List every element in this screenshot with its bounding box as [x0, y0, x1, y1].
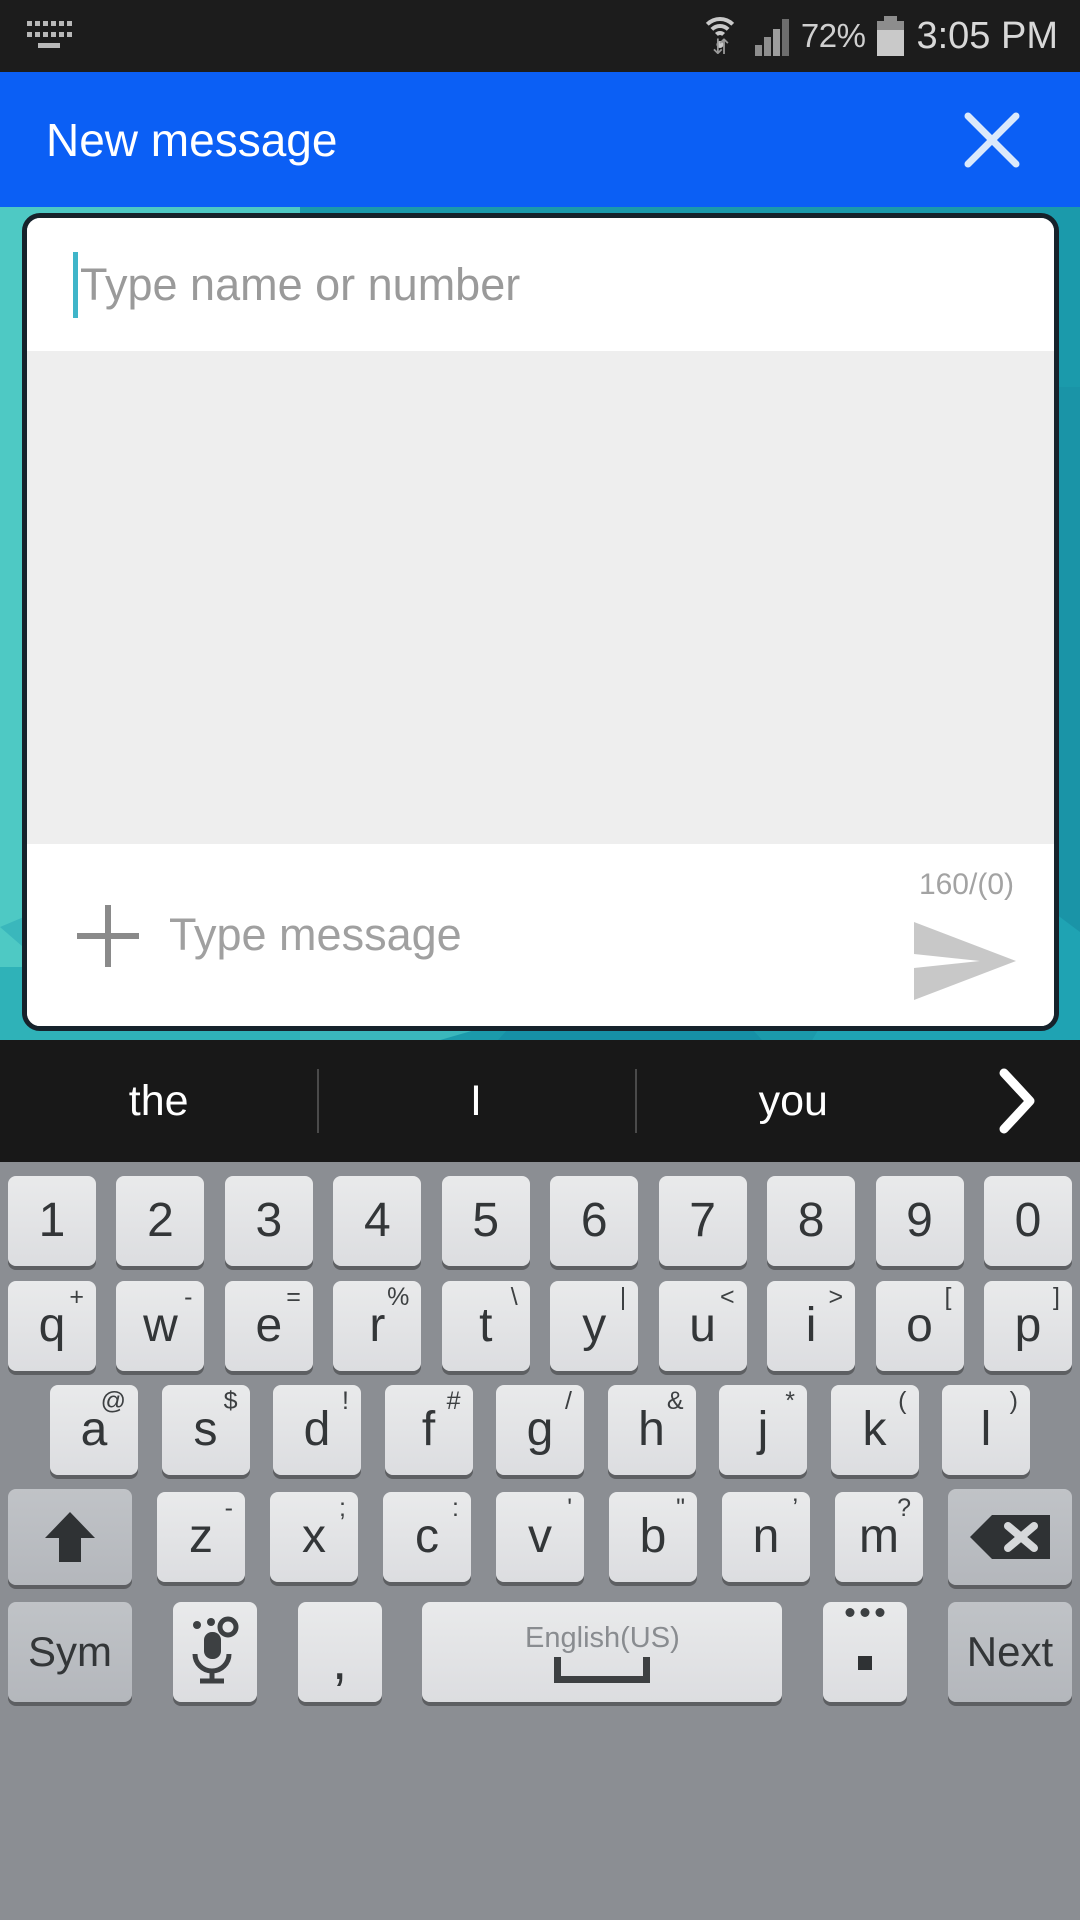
- suggestion-expand-button[interactable]: [952, 1067, 1080, 1135]
- key-f[interactable]: # f: [384, 1385, 473, 1475]
- key-s[interactable]: $ s: [161, 1385, 250, 1475]
- key-7[interactable]: 7: [658, 1176, 747, 1266]
- app-bar: New message: [0, 72, 1080, 207]
- suggestion-strip: the I you: [0, 1040, 1080, 1162]
- close-icon: [964, 112, 1020, 167]
- chevron-right-icon: [999, 1068, 1035, 1134]
- next-key[interactable]: Next: [947, 1602, 1072, 1702]
- key-5[interactable]: 5: [441, 1176, 530, 1266]
- key-b[interactable]: " b: [609, 1492, 697, 1582]
- keyboard-language-label: English(US): [525, 1621, 680, 1654]
- key-j[interactable]: * j: [719, 1385, 807, 1475]
- period-key[interactable]: [823, 1602, 908, 1702]
- key-x[interactable]: ; x: [270, 1492, 358, 1582]
- key-8[interactable]: 8: [767, 1176, 856, 1266]
- plus-icon[interactable]: [69, 896, 147, 974]
- key-q[interactable]: + q: [8, 1281, 96, 1371]
- key-m[interactable]: ? m: [835, 1492, 923, 1582]
- suggestion-item-1[interactable]: I: [317, 1077, 634, 1126]
- key-d[interactable]: ! d: [273, 1385, 361, 1475]
- key-t[interactable]: \ t: [441, 1281, 530, 1371]
- cellular-signal-icon: [754, 16, 789, 56]
- wifi-icon: ⇵: [697, 15, 743, 58]
- send-button[interactable]: [910, 918, 1020, 1004]
- key-u[interactable]: < u: [658, 1281, 747, 1371]
- keyboard-row-home: @ a $ s ! d # f / g & h * j (k ) l: [0, 1370, 1080, 1475]
- keyboard-row-top: + q -w = e % r \ t | y < u > i [o ] p: [0, 1266, 1080, 1371]
- clock-label: 3:05 PM: [916, 14, 1058, 57]
- key-g[interactable]: / g: [496, 1385, 584, 1475]
- status-bar: ⇵ 72% 3:05 PM: [0, 0, 1080, 72]
- backspace-icon: [970, 1515, 1050, 1559]
- symbols-key[interactable]: Sym: [8, 1602, 132, 1702]
- voice-input-key[interactable]: [172, 1602, 257, 1702]
- suggestion-item-2[interactable]: you: [635, 1077, 952, 1126]
- key-e[interactable]: = e: [224, 1281, 313, 1371]
- key-z[interactable]: -z: [157, 1492, 245, 1582]
- character-counter: 160/(0): [918, 868, 1014, 901]
- key-k[interactable]: (k: [830, 1385, 919, 1475]
- period-glyph: [858, 1656, 873, 1670]
- battery-percent-label: 72%: [800, 17, 866, 54]
- send-icon: [914, 922, 1016, 1000]
- key-2[interactable]: 2: [116, 1176, 205, 1266]
- close-button[interactable]: [952, 100, 1032, 180]
- key-0[interactable]: 0: [983, 1176, 1072, 1266]
- key-v[interactable]: ' v: [496, 1492, 584, 1582]
- text-caret: [73, 251, 78, 318]
- microphone-settings-icon: [192, 1616, 239, 1684]
- shift-arrow-icon: [45, 1512, 95, 1562]
- recipient-field[interactable]: Type name or number: [27, 218, 1054, 351]
- key-o[interactable]: [o: [875, 1281, 964, 1371]
- key-9[interactable]: 9: [875, 1176, 964, 1266]
- keyboard-row-numbers: 1 2 3 4 5 6 7 8 9 0: [0, 1162, 1080, 1266]
- battery-icon: [877, 16, 905, 56]
- message-input-placeholder[interactable]: Type message: [169, 909, 462, 961]
- keyboard-icon: [26, 21, 72, 51]
- key-a[interactable]: @ a: [50, 1385, 138, 1475]
- key-r[interactable]: % r: [333, 1281, 422, 1371]
- on-screen-keyboard: 1 2 3 4 5 6 7 8 9 0 + q -w = e % r \ t | y < u…: [0, 1162, 1080, 1920]
- key-l[interactable]: ) l: [942, 1385, 1030, 1475]
- shift-key[interactable]: [8, 1489, 132, 1585]
- status-bar-right: ⇵ 72% 3:05 PM: [697, 15, 1080, 58]
- key-1[interactable]: 1: [8, 1176, 96, 1266]
- space-bar-icon: [554, 1656, 651, 1683]
- key-p[interactable]: ] p: [983, 1281, 1072, 1371]
- suggestion-item-0[interactable]: the: [0, 1077, 317, 1126]
- key-h[interactable]: & h: [607, 1385, 696, 1475]
- key-i[interactable]: > i: [767, 1281, 856, 1371]
- page-title: New message: [46, 113, 338, 166]
- new-message-card: Type name or number Type message 160/(0): [22, 213, 1059, 1031]
- key-y[interactable]: | y: [550, 1281, 639, 1371]
- more-dots-icon: [845, 1608, 885, 1617]
- keyboard-row-function: Sym , English(US) Next: [0, 1584, 1080, 1702]
- compose-bar: Type message 160/(0): [27, 844, 1054, 1026]
- backspace-key[interactable]: [948, 1489, 1072, 1585]
- status-bar-left: [0, 21, 72, 51]
- key-c[interactable]: :c: [383, 1492, 471, 1582]
- recipient-input-placeholder: Type name or number: [80, 258, 521, 310]
- key-3[interactable]: 3: [224, 1176, 313, 1266]
- key-6[interactable]: 6: [550, 1176, 639, 1266]
- conversation-thread-area: [27, 351, 1054, 844]
- key-w[interactable]: -w: [116, 1281, 205, 1371]
- comma-key[interactable]: ,: [297, 1602, 382, 1702]
- key-n[interactable]: ’ n: [722, 1492, 810, 1582]
- keyboard-row-bottom: -z ; x :c ' v " b ’ n ? m: [0, 1474, 1080, 1585]
- space-key[interactable]: English(US): [422, 1602, 783, 1702]
- key-4[interactable]: 4: [333, 1176, 422, 1266]
